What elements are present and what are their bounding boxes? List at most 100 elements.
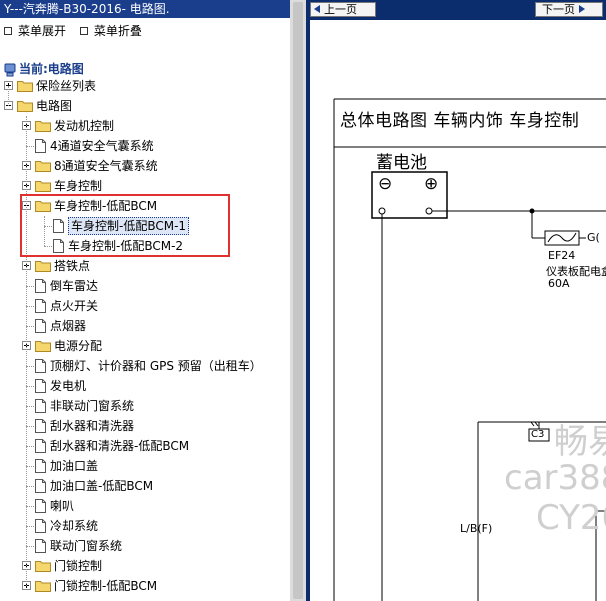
tree-item-label: 加油口盖-低配BCM — [50, 479, 154, 493]
tree-item-label: 加油口盖 — [50, 459, 99, 473]
tree-item[interactable]: 4通道安全气囊系统 — [0, 136, 290, 156]
document-icon — [35, 519, 46, 533]
tree-item[interactable]: 联动门窗系统 — [0, 536, 290, 556]
tree-item[interactable]: 倒车雷达 — [0, 276, 290, 296]
tree-item[interactable]: 喇叭 — [0, 496, 290, 516]
tree-item-label: 喇叭 — [50, 499, 75, 513]
fuse-rating: 60A — [548, 277, 570, 290]
menu-expand[interactable]: 菜单展开 — [4, 22, 66, 40]
watermark-text: 畅易 — [554, 422, 606, 462]
menu-bar: 菜单展开 菜单折叠 — [0, 22, 148, 40]
watermark-text: car388.c — [504, 458, 606, 498]
tree-item[interactable]: 加油口盖 — [0, 456, 290, 476]
tree-item-label: 门锁控制-低配BCM — [54, 579, 158, 593]
tree-item[interactable]: 非联动门窗系统 — [0, 396, 290, 416]
folder-icon — [35, 581, 51, 592]
battery-label: 蓄电池 — [376, 153, 427, 173]
document-icon — [35, 139, 46, 153]
tree-item-label: 搭铁点 — [54, 259, 91, 273]
tree-item[interactable]: 电路图 — [0, 96, 290, 116]
tree-item-label: 保险丝列表 — [36, 79, 97, 93]
viewer-toolbar: 上一页 下一页 — [306, 0, 606, 20]
tree-item[interactable]: 发电机 — [0, 376, 290, 396]
document-icon — [35, 379, 46, 393]
arrow-right-icon — [579, 5, 585, 13]
tree-item[interactable]: 保险丝列表 — [0, 76, 290, 96]
diagram-title: 总体电路图 车辆内饰 车身控制 — [340, 111, 580, 131]
tree-item[interactable]: 发动机控制 — [0, 116, 290, 136]
next-page-button[interactable]: 下一页 — [535, 2, 603, 17]
folder-icon — [17, 81, 33, 92]
document-icon — [35, 399, 46, 413]
tree-item[interactable]: 门锁控制 — [0, 556, 290, 576]
document-icon — [35, 359, 46, 373]
tree-item[interactable]: 搭铁点 — [0, 256, 290, 276]
wire-label: L/B(F) — [460, 522, 493, 535]
tree-item-label: 非联动门窗系统 — [50, 399, 135, 413]
tree-guide-line — [26, 116, 27, 586]
document-icon — [35, 499, 46, 513]
folder-icon — [35, 161, 51, 172]
tree-item-label: 门锁控制 — [54, 559, 103, 573]
document-icon — [35, 459, 46, 473]
tree-item[interactable]: 刮水器和清洗器-低配BCM — [0, 436, 290, 456]
tree-item[interactable]: 点火开关 — [0, 296, 290, 316]
folder-icon — [35, 121, 51, 132]
viewer-panel: 上一页 下一页 总体电路图 车辆内饰 车身控制 蓄电池 ⊖ ⊕ G(EF24 … — [306, 0, 606, 601]
connector-label: C3 — [531, 429, 545, 440]
folder-icon — [35, 181, 51, 192]
document-icon — [35, 319, 46, 333]
vertical-scrollbar[interactable] — [290, 0, 306, 601]
battery-plus-terminal: ⊕ — [424, 174, 439, 194]
document-icon — [35, 479, 46, 493]
folder-icon — [35, 561, 51, 572]
tree-item[interactable]: 冷却系统 — [0, 516, 290, 536]
diagram-page: 总体电路图 车辆内饰 车身控制 蓄电池 ⊖ ⊕ G( EF24 仪表板配电盒 6… — [310, 20, 606, 601]
tree-item[interactable]: 8通道安全气囊系统 — [0, 156, 290, 176]
document-icon — [35, 279, 46, 293]
document-icon — [35, 299, 46, 313]
tree-item-label: 刮水器和清洗器-低配BCM — [50, 439, 190, 453]
battery-minus-terminal: ⊖ — [378, 174, 393, 194]
tree-item-label: 电路图 — [36, 99, 73, 113]
folder-open-icon — [17, 101, 33, 112]
document-icon — [35, 419, 46, 433]
red-highlight-box — [20, 194, 230, 257]
tree-item-label: 8通道安全气囊系统 — [54, 159, 158, 173]
tree-item-label: 冷却系统 — [50, 519, 99, 533]
watermark-text: CY201 — [536, 498, 606, 538]
folder-icon — [35, 341, 51, 352]
tree-item-label: 车身控制 — [54, 179, 103, 193]
fuse-id: EF24 — [548, 249, 576, 262]
tree-item[interactable]: 顶棚灯、计价器和 GPS 预留（出租车） — [0, 356, 290, 376]
tree-item-label: 点烟器 — [50, 319, 87, 333]
tree-item[interactable]: 电源分配 — [0, 336, 290, 356]
tree-item-label: 倒车雷达 — [50, 279, 99, 293]
document-icon — [35, 439, 46, 453]
expand-icon — [4, 26, 12, 35]
prev-page-button[interactable]: 上一页 — [310, 2, 376, 17]
tree-item[interactable]: 车身控制 — [0, 176, 290, 196]
tree-item[interactable]: 刮水器和清洗器 — [0, 416, 290, 436]
tree-item-label: 联动门窗系统 — [50, 539, 123, 553]
arrow-left-icon — [314, 5, 320, 13]
tree-item-label: 发动机控制 — [54, 119, 115, 133]
collapse-icon — [79, 26, 88, 35]
menu-collapse[interactable]: 菜单折叠 — [79, 22, 142, 40]
document-icon — [35, 539, 46, 553]
tree-item-label: 发电机 — [50, 379, 87, 393]
tree-item-label: 刮水器和清洗器 — [50, 419, 135, 433]
tree-item-label: 顶棚灯、计价器和 GPS 预留（出租车） — [50, 359, 262, 373]
tree-panel: Y---汽奔腾-B30-2016- 电路图. 菜单展开 菜单折叠 当前:电路图 … — [0, 0, 290, 601]
fuse-output-label: G( — [587, 231, 600, 244]
tree-item-label: 4通道安全气囊系统 — [50, 139, 154, 153]
window-title: Y---汽奔腾-B30-2016- 电路图. — [0, 0, 290, 18]
tree-item[interactable]: 点烟器 — [0, 316, 290, 336]
tree-item-label: 点火开关 — [50, 299, 99, 313]
tree-guide-line — [8, 86, 9, 106]
tree-item[interactable]: 加油口盖-低配BCM — [0, 476, 290, 496]
scrollbar-thumb[interactable] — [293, 2, 303, 599]
computer-icon — [4, 63, 16, 76]
folder-icon — [35, 261, 51, 272]
tree-item[interactable]: 门锁控制-低配BCM — [0, 576, 290, 596]
